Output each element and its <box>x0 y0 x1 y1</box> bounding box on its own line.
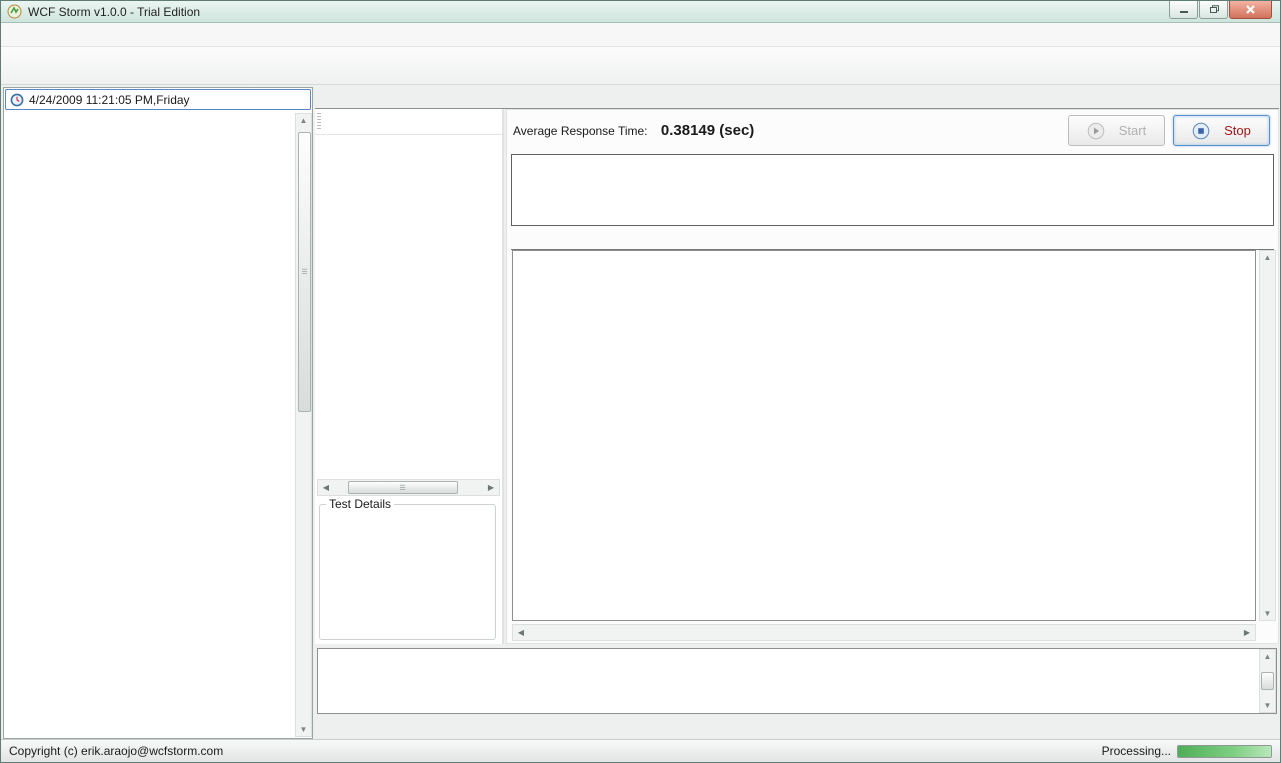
window-title: WCF Storm v1.0.0 - Trial Edition <box>28 5 200 19</box>
stop-label: Stop <box>1224 123 1251 138</box>
copyright-text: Copyright (c) erik.araojo@wcfstorm.com <box>9 744 223 758</box>
window-controls <box>1168 1 1272 19</box>
scroll-down-icon[interactable]: ▼ <box>300 725 308 734</box>
response-time-chart <box>513 251 1255 620</box>
chart-area <box>512 250 1256 621</box>
title-bar: WCF Storm v1.0.0 - Trial Edition <box>1 1 1280 23</box>
scroll-up-icon[interactable]: ▲ <box>1264 652 1272 661</box>
scroll-up-icon[interactable]: ▲ <box>1264 253 1272 262</box>
workspace: ◀ ☰ ▶ Test Details Average Response Time… <box>315 87 1279 739</box>
start-label: Start <box>1119 123 1146 138</box>
clock-icon <box>10 93 24 107</box>
log-scrollbar[interactable]: ▲ ▼ <box>1259 649 1276 713</box>
datetime-text: 4/24/2009 11:21:05 PM,Friday <box>29 93 190 107</box>
scroll-down-icon[interactable]: ▼ <box>1264 609 1272 618</box>
test-details-group: Test Details <box>319 504 496 640</box>
menu-bar <box>1 23 1280 47</box>
maximize-button[interactable] <box>1199 1 1228 19</box>
minimize-button[interactable] <box>1169 1 1198 19</box>
status-bar: Copyright (c) erik.araojo@wcfstorm.com P… <box>1 739 1280 762</box>
stop-icon <box>1192 122 1210 140</box>
document-tab-strip <box>315 87 1279 109</box>
chart-vscrollbar[interactable]: ▲ ▼ <box>1259 250 1276 621</box>
close-icon <box>1244 4 1257 15</box>
avg-response-value: 0.38149 (sec) <box>661 122 754 139</box>
test-case-panel: ◀ ☰ ▶ Test Details <box>315 109 504 644</box>
scroll-thumb[interactable]: ☰ <box>298 132 311 412</box>
parameters-hscrollbar[interactable]: ◀ ☰ ▶ <box>317 479 500 496</box>
avg-response-label: Average Response Time: <box>513 124 648 138</box>
scroll-left-icon[interactable]: ◀ <box>513 625 529 640</box>
service-tree <box>5 113 294 737</box>
scroll-right-icon[interactable]: ▶ <box>1239 625 1255 640</box>
results-grid <box>511 154 1274 226</box>
processing-label: Processing... <box>1102 744 1171 758</box>
maximize-icon <box>1208 4 1220 15</box>
scroll-thumb[interactable]: ☰ <box>348 481 458 494</box>
chart-hscrollbar[interactable]: ◀ ▶ <box>512 624 1256 641</box>
chart-tab-strip <box>511 231 1274 250</box>
service-tree-scrollbar[interactable]: ▲ ☰ ▼ <box>295 113 312 737</box>
scroll-thumb[interactable] <box>1261 672 1274 690</box>
progress-bar <box>1177 745 1272 758</box>
toolbar-grip <box>317 113 321 131</box>
close-button[interactable] <box>1229 1 1272 19</box>
scroll-down-icon[interactable]: ▼ <box>1264 701 1272 710</box>
test-case-toolbar <box>315 109 502 135</box>
scroll-up-icon[interactable]: ▲ <box>300 116 308 125</box>
log-panel: ▲ ▼ <box>315 646 1279 739</box>
start-button[interactable]: Start <box>1068 115 1165 146</box>
stop-button[interactable]: Stop <box>1173 115 1270 146</box>
app-icon <box>7 4 22 19</box>
scroll-right-icon[interactable]: ▶ <box>483 480 499 495</box>
test-details-title: Test Details <box>326 497 394 511</box>
start-icon <box>1087 122 1105 140</box>
datetime-header: 4/24/2009 11:21:05 PM,Friday <box>5 89 311 110</box>
app-window: WCF Storm v1.0.0 - Trial Edition 4/24/20… <box>0 0 1281 763</box>
toolbar <box>1 47 1280 85</box>
scroll-left-icon[interactable]: ◀ <box>318 480 334 495</box>
service-explorer-panel: 4/24/2009 11:21:05 PM,Friday ▲ ☰ ▼ <box>3 87 313 739</box>
minimize-icon <box>1178 5 1190 15</box>
perf-header: Average Response Time: 0.38149 (sec) Sta… <box>507 110 1278 152</box>
parameters-tree <box>315 136 502 476</box>
log-output[interactable] <box>317 648 1277 714</box>
perf-test-panel: Average Response Time: 0.38149 (sec) Sta… <box>506 109 1279 644</box>
